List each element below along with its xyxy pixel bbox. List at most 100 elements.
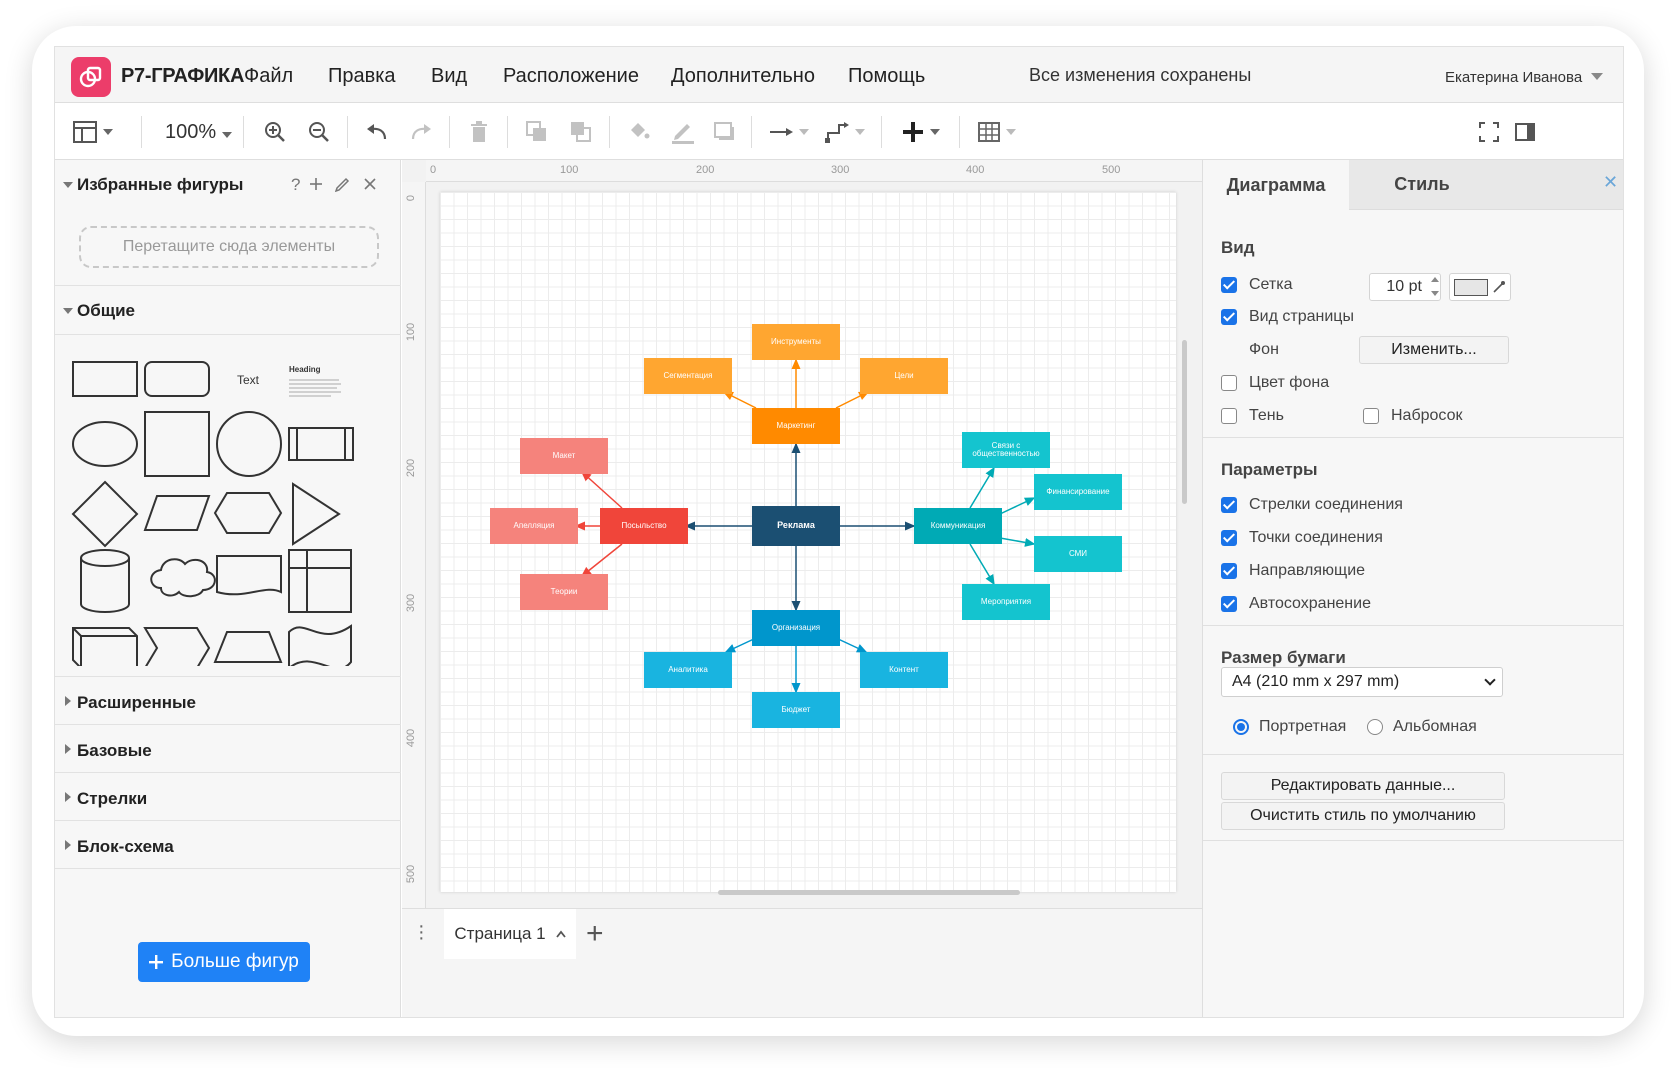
help-icon[interactable]: ?: [291, 175, 300, 195]
param-checkbox[interactable]: [1221, 596, 1237, 612]
node-segmentation[interactable]: Сегментация: [644, 358, 732, 394]
spin-up-icon[interactable]: [1431, 277, 1439, 282]
shadow-checkbox[interactable]: [1221, 408, 1237, 424]
param-connection-arrows[interactable]: Стрелки соединения: [1221, 496, 1403, 514]
panel-toggle-button[interactable]: [69, 118, 117, 146]
param-guides[interactable]: Направляющие: [1221, 562, 1365, 580]
bg-color-option[interactable]: Цвет фона: [1221, 374, 1329, 392]
tab-style[interactable]: Стиль: [1349, 160, 1495, 210]
menu-view[interactable]: Вид: [431, 65, 467, 88]
section-basic[interactable]: Базовые: [77, 741, 152, 761]
waypoints-button[interactable]: [823, 118, 867, 146]
add-icon[interactable]: [309, 177, 323, 191]
node-theories[interactable]: Теории: [520, 574, 608, 610]
user-caret-icon[interactable]: [1591, 73, 1603, 80]
node-communication[interactable]: Коммуникация: [914, 508, 1002, 544]
node-events[interactable]: Мероприятия: [962, 584, 1050, 620]
favorites-drop-zone[interactable]: Перетащите сюда элементы: [79, 226, 379, 268]
node-goals[interactable]: Цели: [860, 358, 948, 394]
page-menu-icon[interactable]: · · ·: [418, 916, 425, 948]
param-checkbox[interactable]: [1221, 563, 1237, 579]
param-checkbox[interactable]: [1221, 530, 1237, 546]
collapse-icon[interactable]: [63, 182, 73, 188]
expand-icon[interactable]: [65, 696, 71, 706]
general-title[interactable]: Общие: [77, 301, 135, 321]
undo-button[interactable]: [363, 118, 391, 146]
section-arrows[interactable]: Стрелки: [77, 789, 147, 809]
fullscreen-button[interactable]: [1475, 118, 1503, 146]
menu-extras[interactable]: Дополнительно: [671, 65, 815, 88]
param-autosave[interactable]: Автосохранение: [1221, 595, 1371, 613]
spin-down-icon[interactable]: [1431, 291, 1439, 296]
portrait-option[interactable]: Портретная: [1233, 718, 1346, 736]
table-button[interactable]: [973, 118, 1021, 146]
edit-icon[interactable]: [335, 176, 351, 192]
paper-size-select[interactable]: A4 (210 mm x 297 mm): [1221, 667, 1503, 697]
portrait-radio[interactable]: [1233, 719, 1249, 735]
line-color-button[interactable]: [669, 118, 697, 146]
change-background-button[interactable]: Изменить...: [1359, 336, 1509, 364]
node-appeal[interactable]: Апелляция: [490, 508, 578, 544]
node-marketing[interactable]: Маркетинг: [752, 408, 840, 444]
user-menu[interactable]: Екатерина Иванова: [1445, 69, 1582, 86]
sketch-option[interactable]: Набросок: [1363, 407, 1463, 425]
to-back-button[interactable]: [567, 118, 595, 146]
node-message[interactable]: Посыльство: [600, 508, 688, 544]
tab-diagram[interactable]: Диаграмма: [1203, 160, 1349, 210]
chevron-up-icon[interactable]: [555, 930, 566, 938]
canvas-area[interactable]: 0 100 200 300 400 500 0 100 200 300 400 …: [402, 160, 1202, 908]
node-layout[interactable]: Макет: [520, 438, 608, 474]
diagram-page[interactable]: Реклама Маркетинг Инструменты Сегментаци…: [440, 192, 1176, 892]
param-connection-points[interactable]: Точки соединения: [1221, 529, 1383, 547]
close-panel-icon[interactable]: ✕: [1603, 172, 1618, 193]
shadow-button[interactable]: [711, 118, 739, 146]
menu-file[interactable]: Файл: [244, 65, 293, 88]
more-shapes-button[interactable]: Больше фигур: [138, 942, 310, 982]
menu-help[interactable]: Помощь: [848, 65, 925, 88]
shadow-option[interactable]: Тень: [1221, 407, 1284, 425]
edit-data-button[interactable]: Редактировать данные...: [1221, 772, 1505, 800]
node-content[interactable]: Контент: [860, 652, 948, 688]
close-icon[interactable]: [363, 177, 377, 191]
expand-icon[interactable]: [65, 744, 71, 754]
expand-icon[interactable]: [65, 792, 71, 802]
node-budget[interactable]: Бюджет: [752, 692, 840, 728]
format-panel-button[interactable]: [1511, 118, 1539, 146]
section-advanced[interactable]: Расширенные: [77, 693, 196, 713]
delete-button[interactable]: [465, 118, 493, 146]
landscape-radio[interactable]: [1367, 719, 1383, 735]
param-checkbox[interactable]: [1221, 497, 1237, 513]
node-media[interactable]: СМИ: [1034, 536, 1122, 572]
sketch-checkbox[interactable]: [1363, 408, 1379, 424]
menu-edit[interactable]: Правка: [328, 65, 396, 88]
zoom-select[interactable]: 100%: [165, 121, 233, 144]
horizontal-scrollbar[interactable]: [718, 890, 1020, 895]
page-view-option[interactable]: Вид страницы: [1221, 308, 1354, 326]
node-analytics[interactable]: Аналитика: [644, 652, 732, 688]
node-public-relations[interactable]: Связи с общественностью: [962, 432, 1050, 468]
vertical-scrollbar[interactable]: [1182, 340, 1187, 504]
menu-arrange[interactable]: Расположение: [503, 65, 639, 88]
connection-style-button[interactable]: [767, 118, 811, 146]
zoom-in-button[interactable]: [261, 118, 289, 146]
redo-button[interactable]: [407, 118, 435, 146]
node-financing[interactable]: Финансирование: [1034, 474, 1122, 510]
zoom-out-button[interactable]: [305, 118, 333, 146]
section-flowchart[interactable]: Блок-схема: [77, 837, 174, 857]
collapse-icon[interactable]: [63, 308, 73, 314]
bg-color-checkbox[interactable]: [1221, 375, 1237, 391]
fill-color-button[interactable]: [625, 118, 653, 146]
landscape-option[interactable]: Альбомная: [1367, 718, 1477, 736]
add-page-button[interactable]: +: [586, 917, 604, 951]
grid-checkbox[interactable]: [1221, 277, 1237, 293]
grid-color-picker[interactable]: [1449, 273, 1511, 301]
to-front-button[interactable]: [523, 118, 551, 146]
grid-option[interactable]: Сетка: [1221, 276, 1293, 294]
node-tools[interactable]: Инструменты: [752, 324, 840, 360]
page-tab-1[interactable]: Страница 1: [444, 909, 576, 959]
expand-icon[interactable]: [65, 840, 71, 850]
page-view-checkbox[interactable]: [1221, 309, 1237, 325]
clear-style-button[interactable]: Очистить стиль по умолчанию: [1221, 802, 1505, 830]
node-center[interactable]: Реклама: [752, 506, 840, 546]
insert-button[interactable]: [897, 118, 945, 146]
